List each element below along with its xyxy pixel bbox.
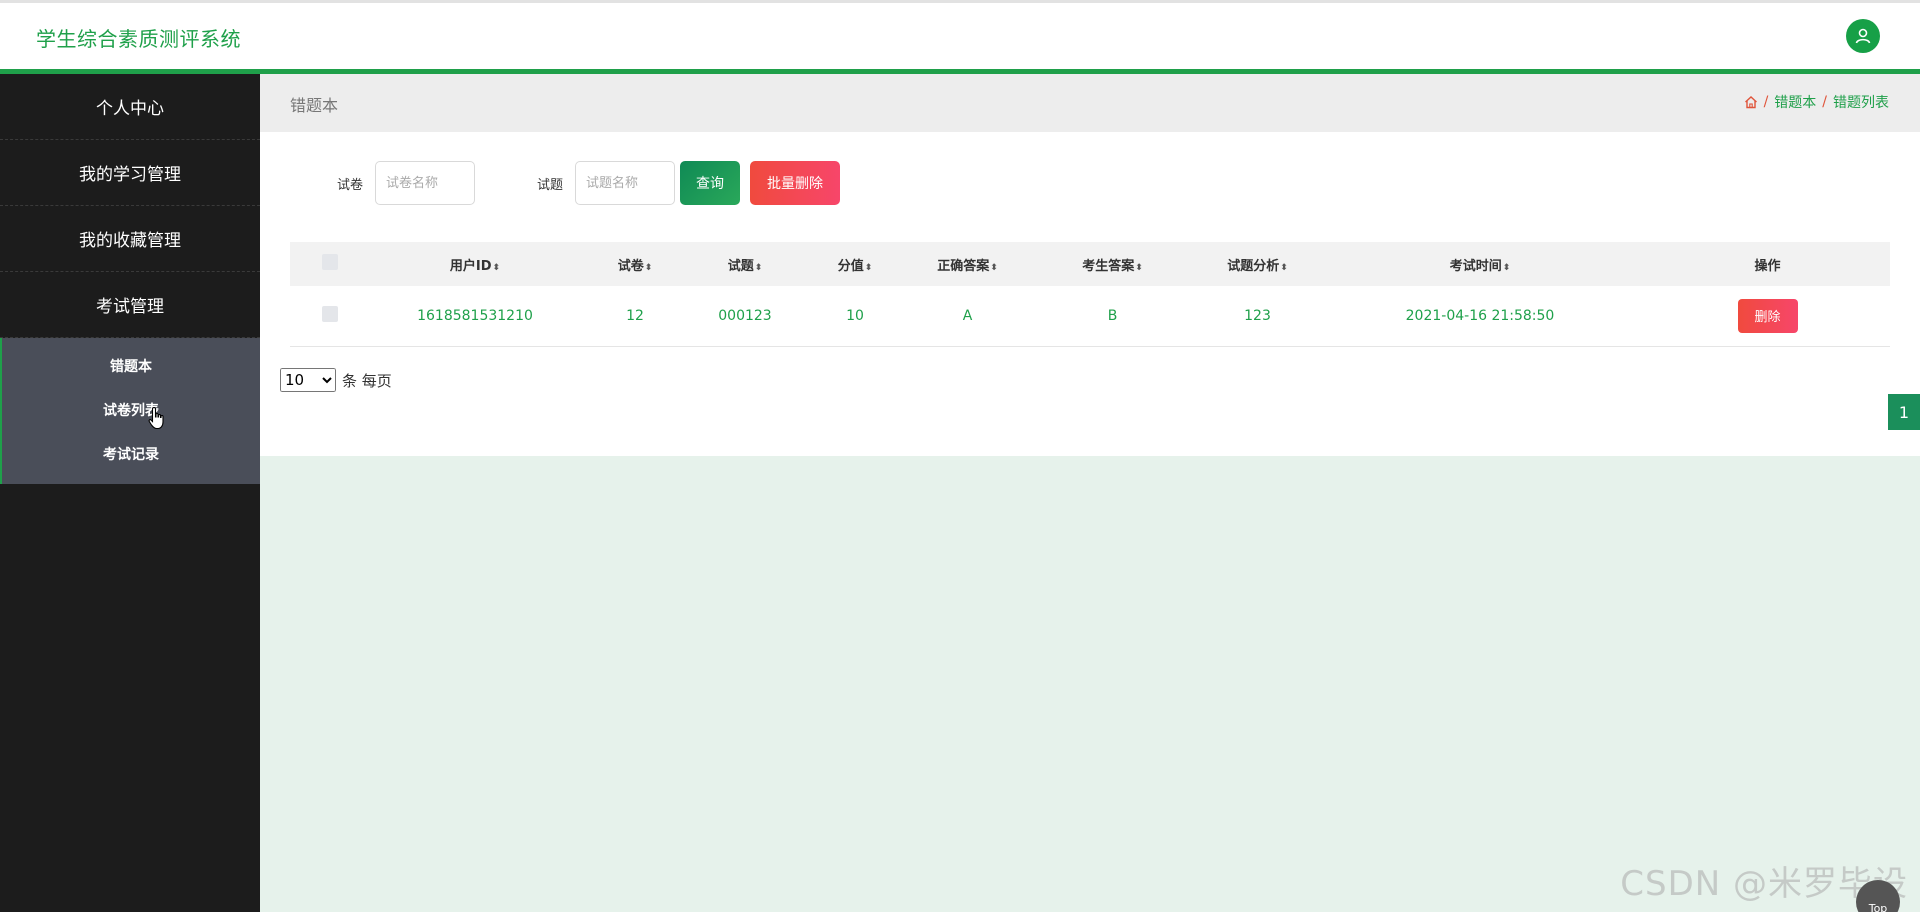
select-all-checkbox[interactable]	[322, 254, 338, 270]
sidebar: 个人中心 我的学习管理 我的收藏管理 考试管理 错题本 试卷列表 考试记录	[0, 74, 260, 912]
cell-action: 删除	[1645, 286, 1890, 346]
cell-score: 10	[846, 307, 864, 324]
search-button[interactable]: 查询	[680, 161, 740, 205]
table-row: 1618581531210 12 000123 10 A B 123 2021-…	[290, 286, 1890, 346]
column-header-action: 操作	[1754, 258, 1781, 274]
breadcrumb-separator: /	[1763, 94, 1769, 110]
breadcrumb: / 错题本 / 错题列表	[1744, 92, 1889, 112]
sort-icon[interactable]: ⬍	[990, 263, 998, 273]
paper-label: 试卷	[337, 178, 364, 193]
column-header-student-answer[interactable]: 考生答案⬍	[1025, 242, 1200, 286]
wrong-questions-table: 用户ID⬍ 试卷⬍ 试题⬍ 分值⬍ 正确答案⬍ 考生答案⬍ 试题分析⬍ 考试时间…	[290, 242, 1890, 347]
sort-icon[interactable]: ⬍	[493, 263, 501, 273]
cell-exam-time: 2021-04-16 21:58:50	[1405, 307, 1555, 324]
sidebar-item-exam-management[interactable]: 考试管理	[0, 272, 260, 338]
breadcrumb-separator: /	[1822, 94, 1827, 110]
column-header-score[interactable]: 分值⬍	[800, 242, 910, 286]
exam-submenu: 错题本 试卷列表 考试记录	[0, 338, 260, 484]
user-avatar[interactable]	[1846, 19, 1880, 53]
cell-correct-answer: A	[962, 307, 973, 324]
sort-icon[interactable]: ⬍	[865, 263, 873, 273]
cell-paper: 12	[626, 307, 644, 324]
breadcrumb-item-wrong-book[interactable]: 错题本	[1774, 92, 1816, 112]
per-page-label: 条 每页	[342, 371, 392, 390]
column-header-paper[interactable]: 试卷⬍	[580, 242, 690, 286]
table-header-row: 用户ID⬍ 试卷⬍ 试题⬍ 分值⬍ 正确答案⬍ 考生答案⬍ 试题分析⬍ 考试时间…	[290, 242, 1890, 286]
row-select-cell	[290, 286, 370, 346]
app-title: 学生综合素质测评系统	[36, 27, 241, 51]
page-size-control: 10 条 每页	[280, 368, 392, 392]
row-checkbox[interactable]	[322, 305, 338, 322]
submenu-item-paper-list[interactable]: 试卷列表	[2, 388, 260, 432]
submenu-item-exam-records[interactable]: 考试记录	[2, 432, 260, 476]
sort-icon[interactable]: ⬍	[1280, 263, 1288, 273]
sidebar-item-study-management[interactable]: 我的学习管理	[0, 140, 260, 206]
home-icon[interactable]	[1744, 95, 1758, 109]
sort-icon[interactable]: ⬍	[645, 263, 653, 273]
column-header-exam-time[interactable]: 考试时间⬍	[1315, 242, 1645, 286]
cell-user-id: 1618581531210	[417, 307, 533, 324]
cell-analysis: 123	[1244, 307, 1271, 324]
content-panel: 试卷 试题 查询 批量删除 用户ID⬍ 试卷⬍ 试题⬍ 分值⬍ 正确答案⬍ 考生…	[260, 132, 1920, 456]
sidebar-item-favorites-management[interactable]: 我的收藏管理	[0, 206, 260, 272]
cell-student-answer: B	[1107, 307, 1118, 324]
sort-icon[interactable]: ⬍	[755, 263, 763, 273]
cell-question: 000123	[718, 307, 772, 324]
column-header-correct-answer[interactable]: 正确答案⬍	[910, 242, 1025, 286]
column-header-analysis[interactable]: 试题分析⬍	[1200, 242, 1315, 286]
batch-delete-button[interactable]: 批量删除	[750, 161, 840, 205]
column-header-user-id[interactable]: 用户ID⬍	[370, 242, 580, 286]
delete-row-button[interactable]: 删除	[1737, 298, 1798, 333]
column-header-question[interactable]: 试题⬍	[690, 242, 800, 286]
breadcrumb-bar: 错题本 / 错题本 / 错题列表	[260, 74, 1920, 132]
user-icon	[1855, 28, 1871, 44]
select-all-cell	[290, 242, 370, 286]
question-label: 试题	[537, 178, 564, 193]
top-header: 学生综合素质测评系统	[0, 0, 1920, 74]
page-number-button[interactable]: 1	[1888, 394, 1920, 430]
question-search-input[interactable]	[575, 161, 675, 205]
submenu-item-wrong-book[interactable]: 错题本	[2, 344, 260, 388]
sort-icon[interactable]: ⬍	[1135, 263, 1143, 273]
page-size-select[interactable]: 10	[280, 368, 336, 392]
paper-search-input[interactable]	[375, 161, 475, 205]
page-title: 错题本	[290, 96, 339, 115]
sort-icon[interactable]: ⬍	[1503, 263, 1511, 273]
sidebar-item-personal-center[interactable]: 个人中心	[0, 74, 260, 140]
breadcrumb-item-wrong-list[interactable]: 错题列表	[1833, 92, 1889, 112]
hand-cursor-icon	[148, 406, 164, 430]
